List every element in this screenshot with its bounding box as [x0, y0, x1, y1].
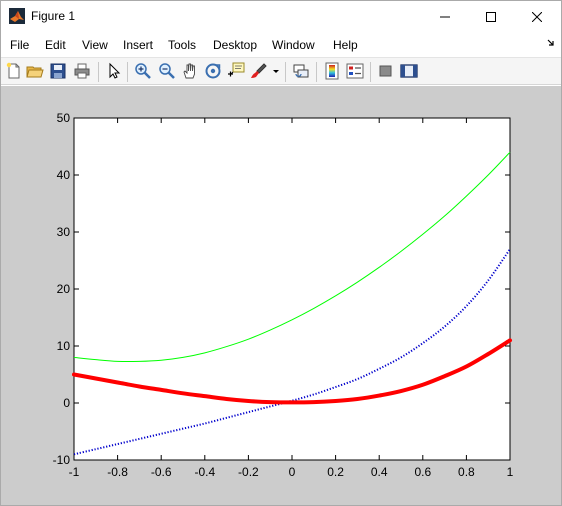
close-icon: [532, 11, 542, 22]
minimize-button[interactable]: [422, 1, 468, 32]
maximize-button[interactable]: [468, 1, 514, 32]
menu-window[interactable]: Window: [272, 38, 315, 52]
figure-toolbar: [1, 57, 561, 85]
save-figure-icon[interactable]: [49, 62, 67, 80]
menu-insert[interactable]: Insert: [123, 38, 153, 52]
menu-bar: File Edit View Insert Tools Desktop Wind…: [1, 34, 561, 56]
x-tick-label: 0: [289, 465, 296, 479]
maximize-icon: [486, 11, 496, 22]
menu-file[interactable]: File: [10, 38, 29, 52]
show-plot-tools-icon[interactable]: [400, 62, 418, 80]
link-plot-icon[interactable]: [292, 62, 310, 80]
matlab-logo-icon: [9, 8, 25, 24]
y-tick-label: 0: [63, 396, 70, 410]
menu-help[interactable]: Help: [333, 38, 358, 52]
y-tick-label: 30: [57, 225, 71, 239]
x-tick-label: 0.2: [327, 465, 344, 479]
insert-colorbar-icon[interactable]: [323, 62, 341, 80]
x-tick-label: 0.6: [414, 465, 431, 479]
axes-box[interactable]: [73, 117, 511, 461]
y-tick-label: 50: [57, 111, 71, 125]
figure-window: Figure 1 File Edit View Insert Tools Des…: [0, 0, 562, 506]
figure-canvas[interactable]: -1 -0.8 -0.6 -0.4 -0.2 0 0.2 0.4 0.6 0.8 1 -10 0 10 2…: [1, 86, 561, 505]
window-title: Figure 1: [31, 9, 76, 23]
toolbar-separator: [370, 62, 371, 82]
brush-icon[interactable]: [250, 62, 268, 80]
x-tick-label: -0.2: [238, 465, 259, 479]
plot-svg: -1 -0.8 -0.6 -0.4 -0.2 0 0.2 0.4 0.6 0.8 1 -10 0 10 2…: [53, 111, 514, 479]
open-file-icon[interactable]: [26, 62, 44, 80]
toolbar-separator: [316, 62, 317, 82]
hide-plot-tools-icon[interactable]: [377, 62, 395, 80]
dock-figure-icon[interactable]: [547, 39, 555, 47]
data-cursor-icon[interactable]: [227, 62, 245, 80]
x-tick-label: -1: [69, 465, 80, 479]
x-tick-label: 1: [507, 465, 514, 479]
pan-hand-icon[interactable]: [181, 62, 199, 80]
menu-view[interactable]: View: [82, 38, 108, 52]
rotate-3d-icon[interactable]: [204, 62, 222, 80]
menu-desktop[interactable]: Desktop: [213, 38, 257, 52]
x-tick-label: 0.8: [458, 465, 475, 479]
x-tick-label: -0.8: [107, 465, 128, 479]
print-figure-icon[interactable]: [73, 62, 91, 80]
toolbar-separator: [285, 62, 286, 82]
menu-tools[interactable]: Tools: [168, 38, 196, 52]
x-tick-label: 0.4: [371, 465, 388, 479]
edit-plot-arrow-icon[interactable]: [105, 62, 123, 80]
toolbar-separator: [98, 62, 99, 82]
minimize-icon: [440, 16, 450, 17]
brush-dropdown-icon[interactable]: [272, 62, 280, 80]
title-bar[interactable]: Figure 1: [1, 1, 561, 32]
y-tick-label: 20: [57, 282, 71, 296]
y-tick-label: 40: [57, 168, 71, 182]
close-button[interactable]: [514, 1, 560, 32]
y-tick-label: -10: [53, 453, 71, 467]
insert-legend-icon[interactable]: [346, 62, 364, 80]
toolbar-separator: [127, 62, 128, 82]
x-tick-label: -0.4: [194, 465, 215, 479]
new-figure-icon[interactable]: [5, 62, 23, 80]
zoom-in-icon[interactable]: [134, 62, 152, 80]
zoom-out-icon[interactable]: [158, 62, 176, 80]
y-tick-label: 10: [57, 339, 71, 353]
menu-edit[interactable]: Edit: [45, 38, 66, 52]
x-tick-label: -0.6: [151, 465, 172, 479]
